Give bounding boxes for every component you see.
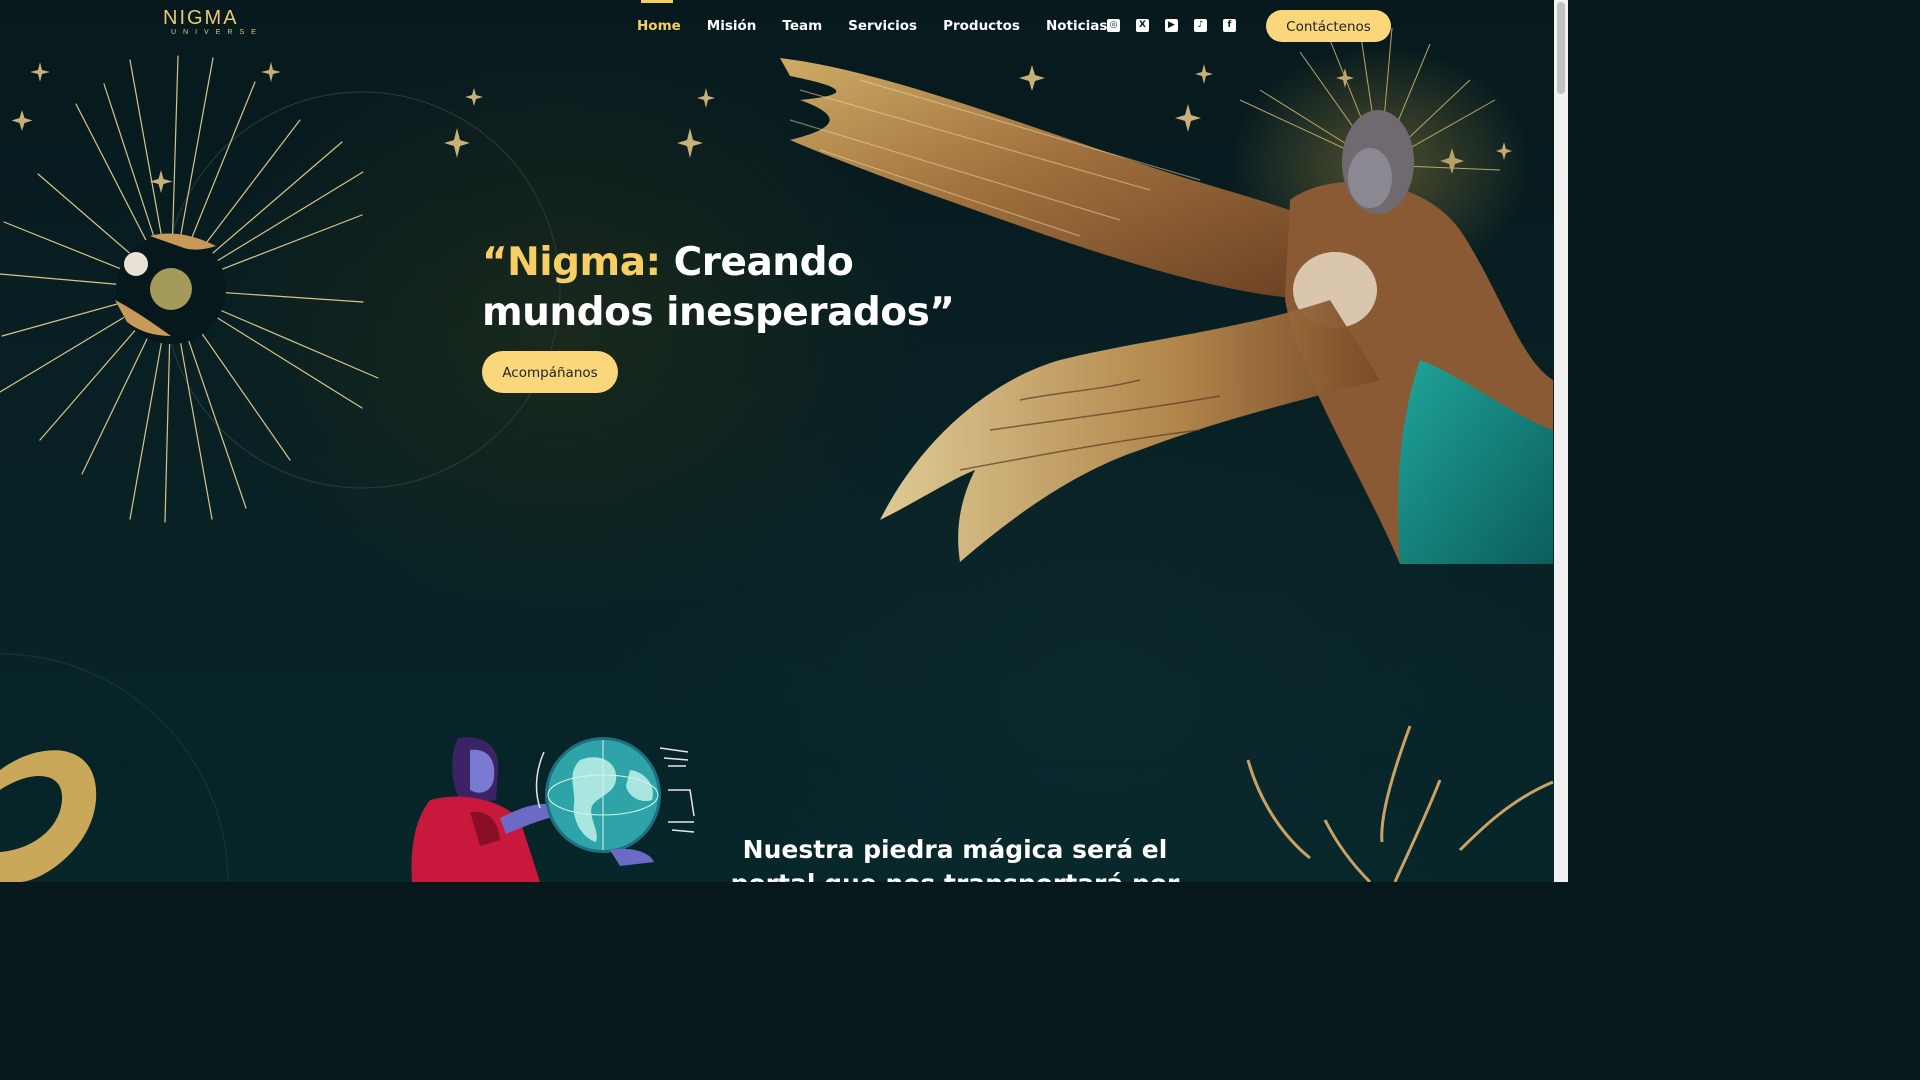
section-title: Nuestra piedra mágica será el portal que… [731, 835, 1180, 882]
nav-item-mision[interactable]: Misión [707, 18, 757, 35]
hero-artwork [0, 27, 1554, 882]
page-scrollbar[interactable] [1554, 0, 1568, 882]
logo-wordmark: NIGMA [163, 7, 239, 29]
join-us-button[interactable]: Acompáñanos [482, 351, 618, 393]
hero-title: “Nigma: Creando mundos inesperados” [482, 238, 1002, 338]
skull-icon [124, 252, 148, 276]
nav-item-servicios[interactable]: Servicios [848, 18, 917, 35]
contact-button[interactable]: Contáctenos [1266, 10, 1391, 42]
nav-item-productos[interactable]: Productos [943, 18, 1020, 35]
brand-logo[interactable]: NIGMA UNIVERSE [163, 7, 263, 38]
scrollbar-thumb[interactable] [1557, 2, 1565, 94]
instagram-icon[interactable]: ◎ [1107, 19, 1120, 32]
nav-item-noticias[interactable]: Noticias [1046, 18, 1107, 35]
tiktok-icon[interactable]: ♪ [1194, 19, 1207, 32]
golden-orb [150, 268, 192, 310]
social-links: ◎ X ▶ ♪ f [1107, 19, 1236, 32]
main-nav: Home Misión Team Servicios Productos Not… [637, 0, 1107, 35]
youtube-icon[interactable]: ▶ [1165, 19, 1178, 32]
page: NIGMA UNIVERSE Home Misión Team Servicio… [0, 0, 1568, 882]
nav-item-home[interactable]: Home [637, 0, 681, 35]
gold-brushstroke [0, 750, 97, 882]
gold-leaves [1246, 725, 1554, 882]
x-twitter-icon[interactable]: X [1136, 19, 1149, 32]
facebook-icon[interactable]: f [1223, 19, 1236, 32]
nav-item-team[interactable]: Team [782, 18, 822, 35]
logo-subtitle: UNIVERSE [171, 29, 263, 36]
woman-globe-illustration [411, 737, 695, 882]
hero-title-accent: “Nigma: [482, 240, 661, 285]
